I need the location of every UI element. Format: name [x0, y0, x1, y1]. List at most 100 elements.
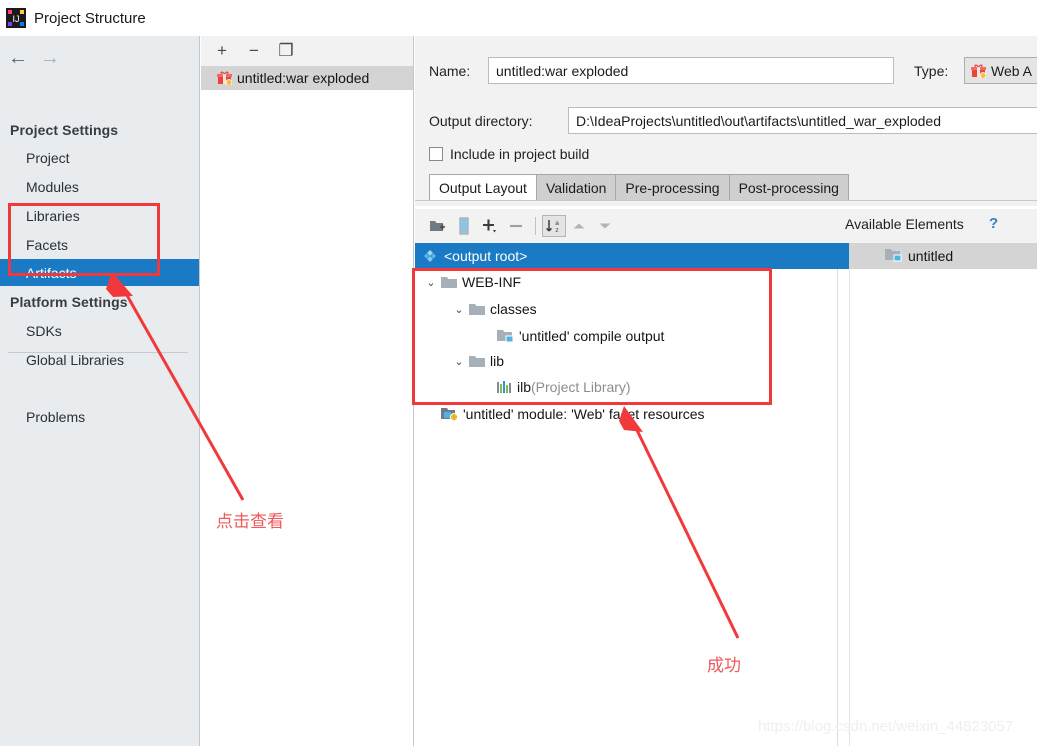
available-elements-row[interactable]: untitled: [849, 243, 1037, 269]
artifacts-list-item-label: untitled:war exploded: [237, 70, 370, 86]
tab-label: Post-processing: [738, 180, 839, 196]
sidebar-item-label: Modules: [26, 178, 79, 195]
help-icon[interactable]: ?: [989, 215, 998, 232]
artifact-type-value: Web A: [991, 62, 1032, 79]
arrow-left-icon[interactable]: ←: [8, 48, 28, 68]
sidebar-item-modules[interactable]: Modules: [0, 173, 199, 200]
tree-row[interactable]: 'untitled' compile output: [480, 323, 664, 349]
navigation-buttons: ← →: [0, 36, 200, 80]
svg-text:z: z: [555, 227, 558, 234]
tree-row[interactable]: ⌄ classes: [452, 296, 537, 322]
type-label: Type:: [914, 63, 949, 79]
sidebar-item-problems[interactable]: Problems: [0, 403, 199, 430]
tree-row-label: lib: [490, 353, 505, 369]
tree-row[interactable]: ⌄ lib: [452, 348, 504, 374]
sidebar-item-global-libraries[interactable]: Global Libraries: [0, 346, 199, 373]
tab-label: Pre-processing: [625, 180, 720, 196]
output-directory-label: Output directory:: [429, 113, 533, 129]
tree-row[interactable]: ⌄ WEB-INF: [424, 269, 521, 295]
tab-label: Output Layout: [439, 179, 527, 196]
tree-row-label: WEB-INF: [462, 274, 522, 290]
svg-text:IJ: IJ: [12, 14, 19, 24]
tab-pre-processing[interactable]: Pre-processing: [615, 174, 730, 201]
sidebar-item-label: Libraries: [26, 207, 80, 224]
war-artifact-icon: [217, 71, 233, 86]
arrow-up-icon[interactable]: [566, 214, 592, 238]
tab-output-layout[interactable]: Output Layout: [429, 174, 537, 201]
copy-artifact-button[interactable]: ❐: [277, 42, 295, 60]
remove-artifact-button[interactable]: −: [245, 42, 263, 60]
icon-glyph: −: [249, 41, 259, 60]
folder-plus-icon[interactable]: [425, 214, 451, 238]
icon-glyph: +: [217, 41, 227, 60]
artifacts-toolbar: + − ❐: [201, 36, 413, 66]
sidebar-item-label: Facets: [26, 236, 69, 253]
sidebar-item-sdks[interactable]: SDKs: [0, 317, 199, 344]
sidebar-item-label: Artifacts: [26, 264, 77, 281]
folder-icon: [469, 355, 485, 368]
artifact-name-value: untitled:war exploded: [496, 62, 629, 79]
plus-dropdown-icon[interactable]: [477, 214, 503, 238]
tree-row-suffix: (Project Library): [531, 379, 631, 395]
window-title: Project Structure: [34, 9, 146, 27]
icon-glyph: ❐: [278, 41, 294, 60]
tree-row-label: 'untitled' module: 'Web' facet resources: [463, 406, 705, 422]
artifacts-list-item[interactable]: untitled:war exploded: [201, 66, 413, 90]
artifacts-list-panel: + − ❐ untitled:war exploded: [201, 36, 414, 746]
sidebar-divider: [8, 352, 188, 353]
tab-label: Validation: [545, 180, 607, 196]
watermark: https://blog.csdn.net/weixin_44823057: [758, 718, 1014, 735]
available-elements-row-label: untitled: [908, 248, 954, 264]
minus-icon[interactable]: [503, 214, 529, 238]
include-in-project-build-checkbox[interactable]: Include in project build: [429, 146, 589, 162]
tree-row-output-root[interactable]: <output root>: [415, 243, 838, 269]
tree-row-output-root-label: <output root>: [444, 248, 528, 264]
available-elements-tree: [838, 243, 1037, 746]
arrow-right-icon[interactable]: →: [40, 48, 60, 68]
sidebar-item-artifacts[interactable]: Artifacts: [0, 259, 199, 286]
sidebar-item-label: Problems: [26, 408, 86, 425]
checkbox-box-icon: [429, 147, 443, 161]
module-output-icon: [885, 248, 902, 265]
artifact-type-select[interactable]: Web A: [964, 57, 1037, 84]
add-artifact-button[interactable]: +: [213, 42, 231, 60]
chevron-down-icon[interactable]: ⌄: [452, 355, 466, 368]
tree-row-label: 'untitled' compile output: [519, 328, 665, 344]
sidebar-item-label: Global Libraries: [26, 351, 125, 368]
arrow-down-icon[interactable]: [592, 214, 618, 238]
available-elements-title: Available Elements: [845, 216, 964, 232]
window-title-bar: IJ Project Structure: [0, 0, 1037, 36]
sidebar-item-libraries[interactable]: Libraries: [0, 202, 199, 229]
settings-sidebar: ← → Project Settings Platform Settings Pr…: [0, 36, 200, 746]
tree-row-label: ilb: [517, 379, 532, 395]
include-in-project-build-label: Include in project build: [450, 146, 590, 162]
sidebar-item-label: Project: [26, 149, 70, 166]
war-artifact-icon: [971, 64, 987, 79]
diamond-icon: [423, 249, 437, 263]
artifact-tabs: Output Layout Validation Pre-processing Pos…: [429, 174, 849, 201]
web-facet-icon: [441, 407, 458, 421]
tree-selection-extension: [838, 243, 849, 269]
sidebar-group-platform-settings: Platform Settings: [10, 294, 128, 310]
available-elements-guide-line: [849, 269, 850, 746]
library-icon: [497, 380, 512, 394]
svg-text:a: a: [555, 220, 559, 227]
module-output-icon: [497, 329, 514, 343]
artifact-name-input[interactable]: untitled:war exploded: [488, 57, 894, 84]
output-directory-input[interactable]: D:\IdeaProjects\untitled\out\artifacts\u…: [568, 107, 1037, 134]
tree-row[interactable]: ilb (Project Library): [480, 374, 631, 400]
name-label: Name:: [429, 63, 471, 79]
chevron-down-icon[interactable]: ⌄: [452, 303, 466, 316]
tab-validation[interactable]: Validation: [535, 174, 617, 201]
archive-icon[interactable]: [451, 214, 477, 238]
sidebar-item-facets[interactable]: Facets: [0, 231, 199, 258]
tree-row-label: classes: [490, 301, 537, 317]
tree-row[interactable]: 'untitled' module: 'Web' facet resources: [424, 401, 705, 427]
tab-baseline: [415, 200, 1037, 201]
chevron-down-icon[interactable]: ⌄: [424, 276, 438, 289]
tab-post-processing[interactable]: Post-processing: [728, 174, 849, 201]
sidebar-item-label: SDKs: [26, 322, 62, 339]
sidebar-item-project[interactable]: Project: [0, 144, 199, 171]
sort-az-icon[interactable]: a z: [542, 215, 566, 237]
sidebar-group-project-settings: Project Settings: [10, 122, 119, 138]
